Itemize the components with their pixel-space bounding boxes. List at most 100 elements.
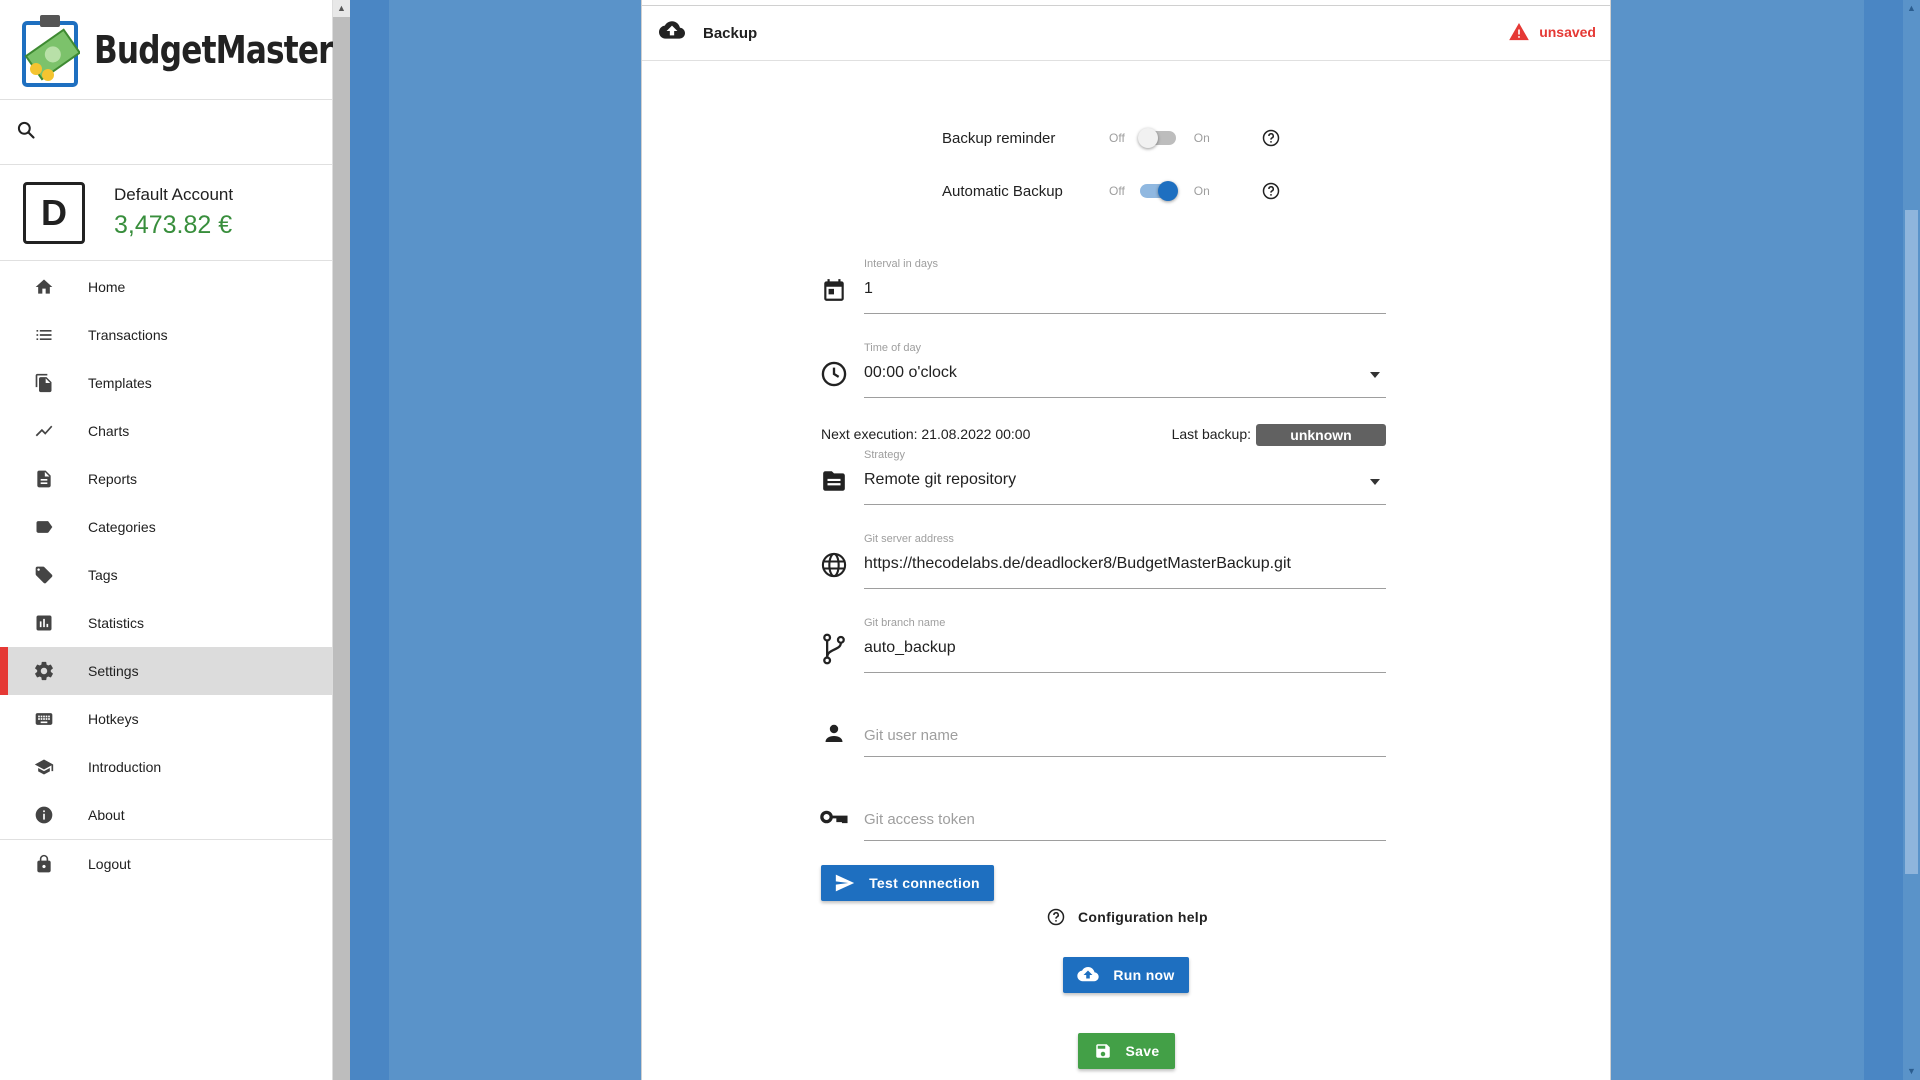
time-of-day-select[interactable]: Time of day 00:00 o'clock bbox=[864, 338, 1386, 398]
automatic-backup-off-label: Off bbox=[1109, 184, 1125, 198]
sidebar-item-label: About bbox=[88, 807, 125, 823]
time-of-day-field: Time of day 00:00 o'clock bbox=[820, 338, 1386, 398]
sidebar-item-charts[interactable]: Charts bbox=[0, 407, 332, 455]
search-icon[interactable] bbox=[16, 120, 36, 145]
sidebar-item-logout[interactable]: Logout bbox=[0, 840, 332, 888]
sidebar-item-label: Categories bbox=[88, 519, 156, 535]
sidebar-item-label: Transactions bbox=[88, 327, 168, 343]
git-user-field: Git user name bbox=[820, 697, 1386, 757]
sidebar-item-label: Templates bbox=[88, 375, 152, 391]
save-button[interactable]: Save bbox=[1078, 1033, 1175, 1069]
git-server-label: Git server address bbox=[864, 533, 954, 545]
backup-reminder-on-label: On bbox=[1193, 131, 1210, 145]
automatic-backup-toggle[interactable] bbox=[1139, 181, 1178, 201]
unsaved-indicator: unsaved bbox=[1509, 23, 1596, 41]
time-of-day-label: Time of day bbox=[864, 342, 922, 354]
interval-field: Interval in days 1 bbox=[820, 254, 1386, 314]
send-icon bbox=[835, 874, 855, 892]
interval-label: Interval in days bbox=[864, 258, 938, 270]
git-server-input[interactable]: Git server address https://thecodelabs.d… bbox=[864, 529, 1386, 589]
sidebar-item-label: Introduction bbox=[88, 759, 162, 775]
git-server-field: Git server address https://thecodelabs.d… bbox=[820, 529, 1386, 589]
git-branch-input[interactable]: Git branch name auto_backup bbox=[864, 613, 1386, 673]
run-now-label: Run now bbox=[1113, 967, 1175, 983]
search-bar[interactable] bbox=[0, 100, 332, 165]
sidebar-item-settings[interactable]: Settings bbox=[0, 647, 332, 695]
cloud-upload-icon bbox=[659, 20, 685, 46]
list-icon bbox=[32, 323, 56, 347]
key-icon bbox=[820, 803, 848, 831]
app-logo[interactable]: BudgetMaster bbox=[0, 0, 334, 100]
settings-icon bbox=[32, 659, 56, 683]
sidebar-item-tags[interactable]: Tags bbox=[0, 551, 332, 599]
run-now-button[interactable]: Run now bbox=[1063, 957, 1189, 993]
home-icon bbox=[32, 275, 56, 299]
strategy-select[interactable]: Strategy Remote git repository bbox=[864, 445, 1386, 505]
lock-icon bbox=[32, 852, 56, 876]
test-connection-button[interactable]: Test connection bbox=[821, 865, 994, 901]
sidebar-item-categories[interactable]: Categories bbox=[0, 503, 332, 551]
account-selector[interactable]: D Default Account 3,473.82 € bbox=[0, 165, 332, 261]
dropdown-arrow-icon bbox=[1370, 479, 1380, 485]
interval-input[interactable]: Interval in days 1 bbox=[864, 254, 1386, 314]
git-branch-value: auto_backup bbox=[864, 639, 956, 656]
sidebar-item-about[interactable]: About bbox=[0, 791, 332, 839]
sidebar-item-introduction[interactable]: Introduction bbox=[0, 743, 332, 791]
strategy-field: Strategy Remote git repository bbox=[820, 445, 1386, 505]
page-scrollbar[interactable]: ▲ ▼ bbox=[1903, 0, 1920, 1080]
backup-reminder-off-label: Off bbox=[1109, 131, 1125, 145]
sidebar: BudgetMaster D Default Account 3,473.82 … bbox=[0, 0, 334, 1080]
info-icon bbox=[32, 803, 56, 827]
help-icon[interactable] bbox=[1262, 182, 1280, 200]
clock-icon bbox=[820, 360, 848, 388]
sidebar-item-statistics[interactable]: Statistics bbox=[0, 599, 332, 647]
strategy-value: Remote git repository bbox=[864, 471, 1017, 488]
sidebar-item-templates[interactable]: Templates bbox=[0, 359, 332, 407]
configuration-help-link[interactable]: Configuration help bbox=[1047, 908, 1208, 926]
sidebar-item-home[interactable]: Home bbox=[0, 263, 332, 311]
git-token-field: Git access token bbox=[820, 781, 1386, 841]
sidebar-item-label: Home bbox=[88, 279, 126, 295]
scroll-up-arrow-icon[interactable]: ▲ bbox=[1903, 0, 1920, 17]
scroll-up-arrow-icon[interactable]: ▲ bbox=[333, 0, 350, 17]
git-branch-icon bbox=[820, 633, 848, 665]
scrollbar-thumb[interactable] bbox=[1905, 210, 1918, 874]
sidebar-item-label: Settings bbox=[88, 663, 139, 679]
sidebar-item-reports[interactable]: Reports bbox=[0, 455, 332, 503]
cloud-upload-icon bbox=[1077, 967, 1100, 983]
card-header[interactable]: Backup unsaved bbox=[642, 5, 1610, 61]
automatic-backup-on-label: On bbox=[1193, 184, 1210, 198]
automatic-backup-row: Automatic Backup Off On bbox=[942, 177, 1280, 205]
calendar-icon bbox=[820, 276, 848, 304]
tag-icon bbox=[32, 563, 56, 587]
configuration-help-label: Configuration help bbox=[1078, 909, 1208, 925]
globe-icon bbox=[820, 551, 848, 579]
automatic-backup-label: Automatic Backup bbox=[942, 182, 1063, 200]
last-backup-label: Last backup: bbox=[1171, 426, 1251, 442]
account-avatar: D bbox=[23, 181, 85, 244]
interval-value: 1 bbox=[864, 280, 873, 297]
sidebar-item-label: Hotkeys bbox=[88, 711, 139, 727]
scroll-down-arrow-icon[interactable]: ▼ bbox=[1903, 1063, 1920, 1080]
folder-icon bbox=[820, 467, 848, 495]
warning-icon bbox=[1509, 23, 1530, 41]
git-token-input[interactable]: Git access token bbox=[864, 781, 1386, 841]
strategy-label: Strategy bbox=[864, 449, 905, 461]
backup-reminder-toggle[interactable] bbox=[1137, 128, 1176, 148]
backup-reminder-label: Backup reminder bbox=[942, 129, 1056, 147]
account-name: Default Account bbox=[114, 185, 234, 204]
sidebar-item-hotkeys[interactable]: Hotkeys bbox=[0, 695, 332, 743]
git-user-input[interactable]: Git user name bbox=[864, 697, 1386, 757]
sidebar-item-label: Tags bbox=[88, 567, 118, 583]
keyboard-icon bbox=[32, 707, 56, 731]
sidebar-item-label: Logout bbox=[88, 856, 131, 872]
sidebar-scrollbar[interactable]: ▲ bbox=[333, 0, 350, 1080]
help-icon[interactable] bbox=[1262, 129, 1280, 147]
sidebar-item-transactions[interactable]: Transactions bbox=[0, 311, 332, 359]
scrollbar-thumb[interactable] bbox=[333, 17, 350, 1080]
save-label: Save bbox=[1125, 1043, 1160, 1059]
save-icon bbox=[1094, 1042, 1112, 1060]
unsaved-label: unsaved bbox=[1539, 24, 1596, 40]
git-server-value: https://thecodelabs.de/deadlocker8/Budge… bbox=[864, 555, 1291, 572]
nav-menu: Home Transactions Templates Charts Repor… bbox=[0, 261, 332, 888]
